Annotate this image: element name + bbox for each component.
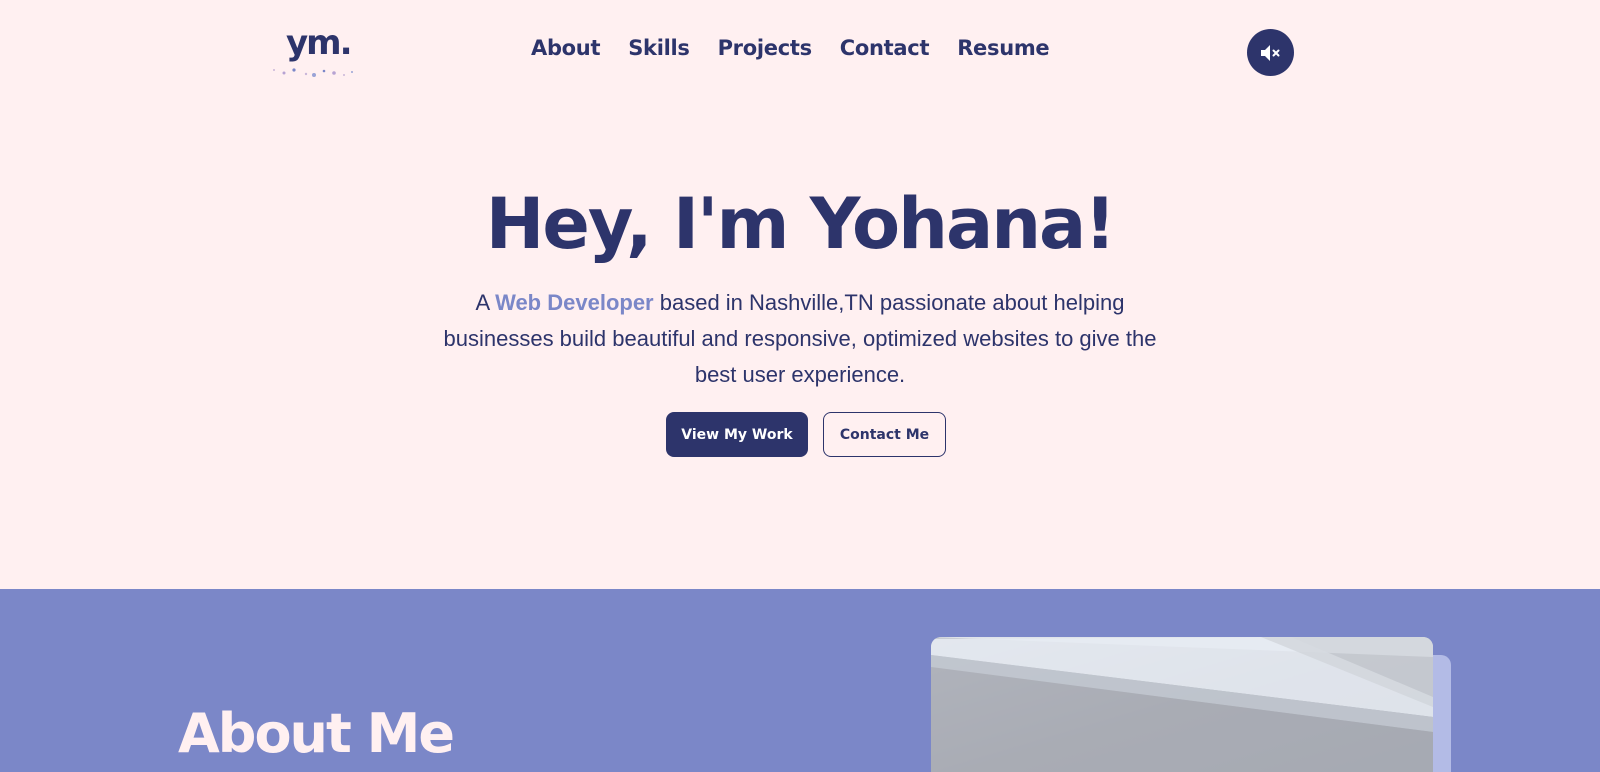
hero-subtitle-highlight: Web Developer: [495, 290, 654, 315]
about-photo: [931, 637, 1433, 772]
view-my-work-button[interactable]: View My Work: [666, 412, 808, 457]
sparkle-dots-icon: [273, 68, 353, 77]
hero-title: Hey, I'm Yohana!: [485, 183, 1116, 265]
hero-subtitle-prefix: A: [475, 290, 496, 315]
contact-me-button[interactable]: Contact Me: [823, 412, 946, 457]
hero-subtitle: A Web Developer based in Nashville,TN pa…: [430, 285, 1170, 393]
nav-link-about[interactable]: About: [531, 36, 601, 60]
about-title: About Me: [178, 702, 455, 765]
top-nav: ym. About Skills Projects Contact Resume: [0, 0, 1600, 100]
logo[interactable]: ym.: [272, 22, 362, 82]
nav-link-skills[interactable]: Skills: [628, 36, 690, 60]
about-section: About Me: [0, 589, 1600, 772]
hero-buttons: View My Work Contact Me: [666, 412, 946, 457]
logo-text: ym.: [286, 23, 353, 63]
nav-link-resume[interactable]: Resume: [957, 36, 1049, 60]
speaker-muted-icon: [1260, 44, 1279, 61]
page: ym. About Skills Projects Contact Resume: [0, 0, 1600, 772]
nav-link-projects[interactable]: Projects: [718, 36, 813, 60]
nav-links: About Skills Projects Contact Resume: [531, 36, 1050, 60]
photo-image: [931, 637, 1433, 772]
sound-toggle-button[interactable]: [1247, 29, 1294, 76]
nav-link-contact[interactable]: Contact: [840, 36, 930, 60]
